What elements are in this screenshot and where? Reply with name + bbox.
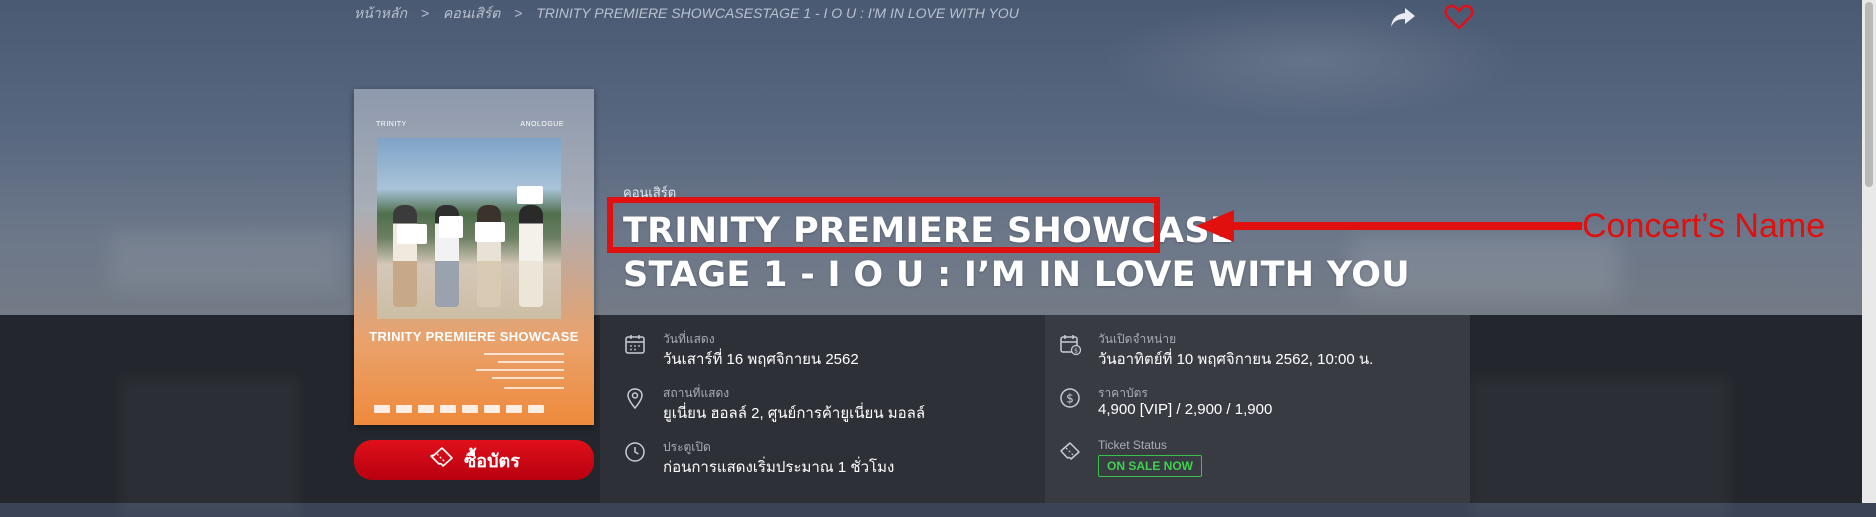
location-pin-icon	[623, 386, 647, 410]
sale-date-value: วันอาทิตย์ที่ 10 พฤศจิกายน 2562, 10:00 น…	[1098, 351, 1374, 368]
share-icon[interactable]	[1388, 2, 1418, 32]
poster-top-left-text: TRINITY	[376, 121, 407, 128]
buy-ticket-button[interactable]: ซื้อบัตร	[354, 440, 594, 480]
calendar-icon	[623, 332, 647, 356]
details-background-blur	[120, 377, 300, 517]
annotation-highlight-box	[607, 197, 1160, 253]
buy-ticket-label: ซื้อบัตร	[464, 450, 520, 471]
clock-icon	[623, 440, 647, 464]
poster-sign	[439, 216, 463, 238]
poster-figure	[393, 205, 417, 307]
scrollbar-thumb[interactable]	[1865, 2, 1873, 187]
breadcrumb-category-link[interactable]: คอนเสิร์ต	[443, 5, 500, 21]
dollar-icon: $	[1058, 386, 1082, 410]
breadcrumb-separator: >	[514, 5, 523, 21]
show-date-value: วันเสาร์ที่ 16 พฤศจิกายน 2562	[663, 351, 859, 368]
annotation-label: Concert’s Name	[1582, 207, 1826, 245]
doors-value: ก่อนการแสดงเริ่มประมาณ 1 ชั่วโมง	[663, 459, 895, 476]
poster-fineprint	[476, 369, 564, 371]
poster-fineprint	[498, 361, 564, 363]
poster-figure	[477, 205, 501, 307]
poster-sign	[475, 222, 505, 242]
breadcrumb-separator: >	[420, 5, 430, 21]
venue-value[interactable]: ยูเนี่ยน ฮอลล์ 2, ศูนย์การค้ายูเนี่ยน มอ…	[663, 401, 925, 425]
breadcrumb: หน้าหลัก > คอนเสิร์ต > TRINITY PREMIERE …	[354, 3, 1029, 21]
poster-fineprint	[504, 387, 564, 389]
hero-background-blur	[110, 230, 340, 290]
calendar-money-icon: $	[1058, 332, 1082, 356]
poster-figure	[519, 205, 543, 307]
breadcrumb-current: TRINITY PREMIERE SHOWCASESTAGE 1 - I O U…	[536, 5, 1019, 21]
poster-sign	[517, 186, 543, 204]
price-value: 4,900 [VIP] / 2,900 / 1,900	[1098, 401, 1273, 418]
poster-sponsor-logos	[374, 405, 570, 413]
ticket-icon	[428, 446, 454, 475]
heart-icon[interactable]	[1444, 2, 1474, 32]
poster-photo	[377, 138, 561, 319]
poster-fineprint	[492, 377, 564, 379]
poster-top-right-text: ANOLOGUE	[520, 121, 564, 128]
ticket-icon	[1058, 440, 1082, 464]
svg-text:$: $	[1066, 392, 1074, 406]
ticket-status-label: Ticket Status	[1098, 438, 1167, 452]
poster-fineprint	[484, 353, 564, 355]
event-title-line2: STAGE 1 - I O U : I’M IN LOVE WITH YOU	[623, 255, 1410, 295]
details-background-blur	[1470, 377, 1730, 517]
page-scrollbar[interactable]	[1862, 0, 1876, 503]
svg-text:$: $	[1074, 347, 1078, 354]
annotation-arrow	[1196, 210, 1582, 242]
event-poster[interactable]: TRINITY ANOLOGUE TRINITY PREMIERE SHOWCA…	[354, 89, 594, 425]
poster-title: TRINITY PREMIERE SHOWCASE	[369, 329, 579, 344]
poster-sign	[397, 224, 427, 244]
status-badge: ON SALE NOW	[1098, 455, 1202, 477]
breadcrumb-home-link[interactable]: หน้าหลัก	[354, 5, 407, 21]
